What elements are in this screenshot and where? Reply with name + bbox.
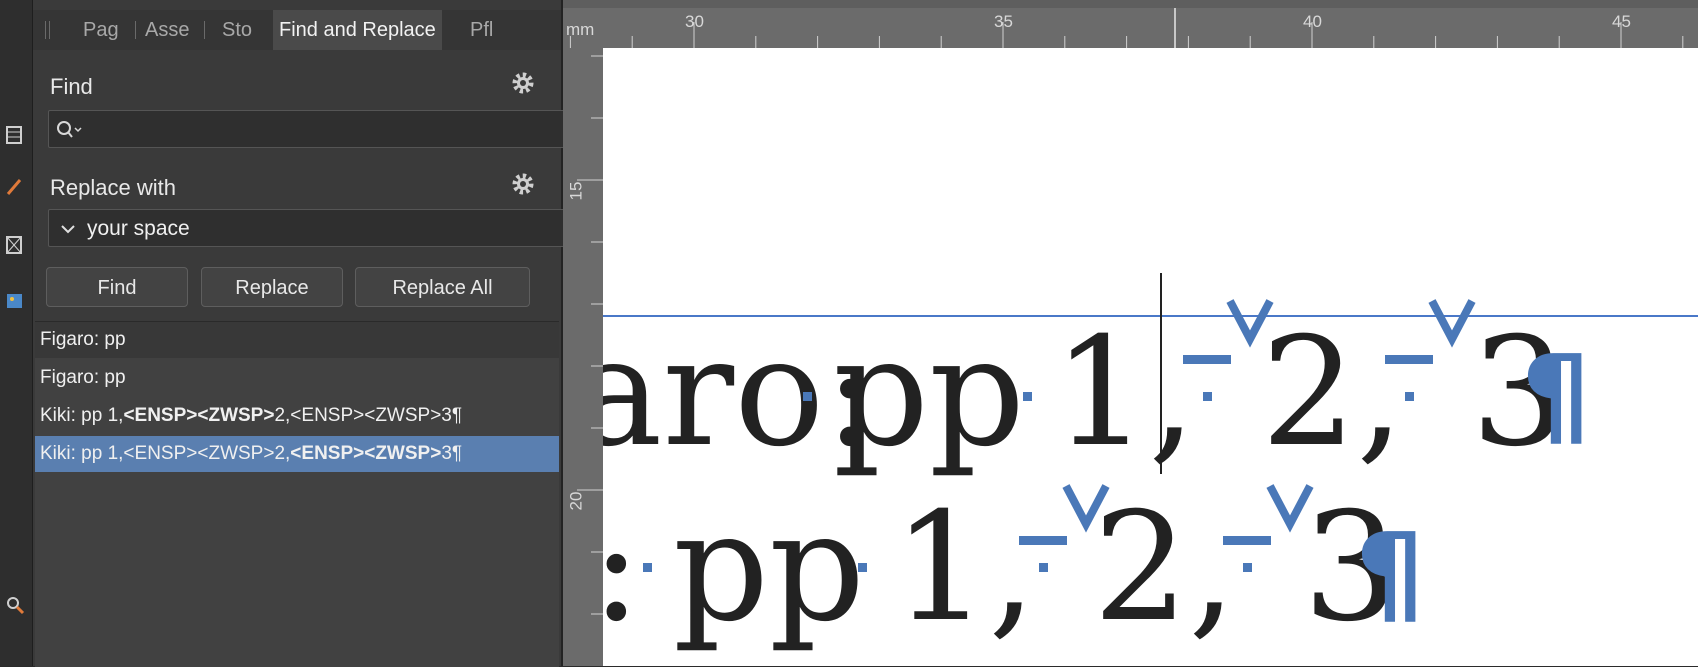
pilcrow-icon: ¶ bbox=[1355, 509, 1425, 637]
tab-preflight[interactable]: Pfl bbox=[470, 10, 493, 50]
document-canvas[interactable]: mm 30 35 40 45 15 20 aro: pp 1, 2, 3 i: … bbox=[563, 0, 1698, 666]
pilcrow-icon: ¶ bbox=[1521, 331, 1591, 459]
result-text: Figaro: pp bbox=[40, 367, 126, 388]
zwsp-marker-icon bbox=[1062, 484, 1110, 533]
tab-pages[interactable]: Pag bbox=[83, 10, 119, 50]
result-text: Kiki: pp 1, bbox=[40, 405, 124, 426]
replace-button[interactable]: Replace bbox=[201, 267, 343, 307]
pencil-tool-icon[interactable] bbox=[4, 176, 26, 198]
ruler-label: 30 bbox=[685, 12, 704, 31]
en-space-marker-icon bbox=[1385, 355, 1433, 364]
find-label: Find bbox=[50, 74, 93, 99]
image-tool-icon[interactable] bbox=[4, 290, 26, 312]
space-marker-icon bbox=[803, 392, 812, 401]
studio-tab-bar: Pag Asse Sto Find and Replace Pfl bbox=[33, 10, 561, 50]
space-marker-icon bbox=[1039, 563, 1048, 572]
space-marker-icon bbox=[858, 563, 867, 572]
result-text: 3¶ bbox=[441, 443, 463, 464]
replace-all-button[interactable]: Replace All bbox=[355, 267, 530, 307]
result-match-text: <ENSP><ZWSP> bbox=[290, 443, 442, 464]
chevron-down-icon[interactable] bbox=[60, 222, 76, 236]
search-icon[interactable] bbox=[55, 119, 83, 141]
tab-find-and-replace[interactable]: Find and Replace bbox=[273, 10, 442, 50]
zoom-tool-icon[interactable] bbox=[4, 594, 26, 616]
space-marker-icon bbox=[1405, 392, 1414, 401]
results-list: Figaro: pp Figaro: pp Kiki: pp 1,<ENSP><… bbox=[35, 321, 559, 667]
result-item[interactable]: Figaro: pp bbox=[35, 322, 559, 358]
ruler-label: 45 bbox=[1612, 12, 1631, 31]
tab-grip bbox=[49, 21, 50, 39]
result-text: Kiki: pp 1,<ENSP><ZWSP>2, bbox=[40, 443, 291, 464]
document-page[interactable]: aro: pp 1, 2, 3 i: pp 1, 2, 3 bbox=[603, 48, 1698, 666]
space-marker-icon bbox=[643, 563, 652, 572]
en-space-marker-icon bbox=[1223, 536, 1271, 545]
en-space-marker-icon bbox=[1183, 355, 1231, 364]
result-item[interactable]: Figaro: pp bbox=[35, 360, 559, 396]
zwsp-marker-icon bbox=[1266, 484, 1314, 533]
result-text: Figaro: pp bbox=[40, 329, 126, 350]
picture-frame-icon[interactable] bbox=[4, 234, 26, 256]
result-match-text: <ENSP><ZWSP> bbox=[123, 405, 275, 426]
find-button[interactable]: Find bbox=[46, 267, 188, 307]
find-settings-gear-icon[interactable] bbox=[510, 70, 536, 96]
result-item[interactable]: Kiki: pp 1,<ENSP><ZWSP>2,<ENSP><ZWSP>3¶ bbox=[35, 398, 559, 434]
table-tool-icon[interactable] bbox=[4, 124, 26, 146]
zwsp-marker-icon bbox=[1226, 299, 1274, 348]
tab-divider bbox=[204, 21, 205, 39]
replace-input[interactable]: your space bbox=[48, 209, 574, 247]
vertical-ruler[interactable]: 15 20 bbox=[563, 48, 604, 666]
ruler-label: 40 bbox=[1303, 12, 1322, 31]
find-input[interactable] bbox=[48, 110, 574, 148]
space-marker-icon bbox=[1203, 392, 1212, 401]
space-marker-icon bbox=[1023, 392, 1032, 401]
ruler-label: 15 bbox=[566, 181, 586, 201]
tools-toolbar bbox=[0, 0, 33, 666]
replace-settings-gear-icon[interactable] bbox=[510, 171, 536, 197]
tab-assets[interactable]: Asse bbox=[145, 10, 189, 50]
find-and-replace-panel: Pag Asse Sto Find and Replace Pfl Find R… bbox=[33, 0, 574, 667]
horizontal-ruler-ticks bbox=[569, 8, 1684, 48]
ruler-label: 35 bbox=[994, 12, 1013, 31]
tab-stock[interactable]: Sto bbox=[222, 10, 252, 50]
space-marker-icon bbox=[1243, 563, 1252, 572]
replace-input-value: your space bbox=[87, 217, 190, 240]
ruler-label: 20 bbox=[566, 491, 586, 511]
horizontal-ruler[interactable]: mm 30 35 40 45 bbox=[563, 8, 1698, 49]
en-space-marker-icon bbox=[1019, 536, 1067, 545]
replace-with-label: Replace with bbox=[50, 175, 176, 200]
result-item-selected[interactable]: Kiki: pp 1,<ENSP><ZWSP>2,<ENSP><ZWSP>3¶ bbox=[35, 436, 559, 472]
zwsp-marker-icon bbox=[1428, 299, 1476, 348]
result-text: 2,<ENSP><ZWSP>3¶ bbox=[274, 405, 463, 426]
tab-grip bbox=[45, 21, 46, 39]
ruler-unit: mm bbox=[566, 20, 595, 39]
tab-divider bbox=[135, 21, 136, 39]
vertical-ruler-ticks bbox=[577, 55, 603, 615]
